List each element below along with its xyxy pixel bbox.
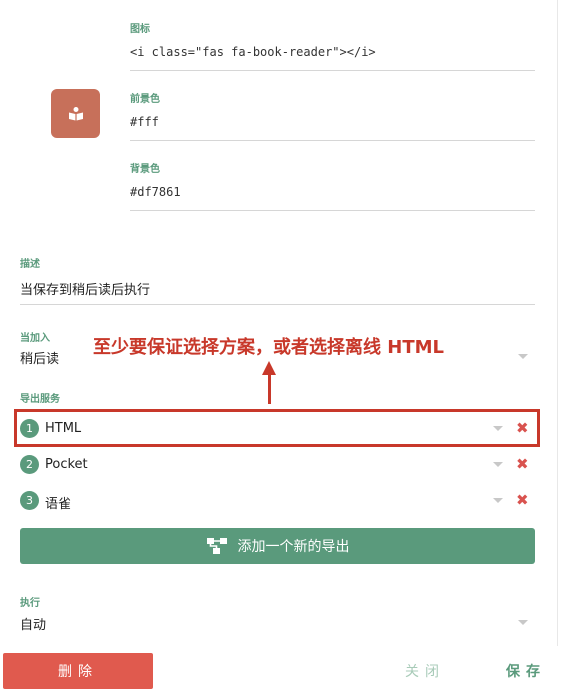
icon-field-underline [130,70,535,71]
icon-field-label: 图标 [130,24,150,35]
execute-select[interactable]: 自动 [20,614,46,633]
trigger-select[interactable]: 稍后读 [20,348,59,367]
caret-down-icon[interactable] [518,354,528,359]
annotation-highlight-box [14,409,540,447]
annotation-text: 至少要保证选择方案，或者选择离线 HTML [93,337,444,358]
export-service-number: 3 [20,491,39,510]
close-button[interactable]: 关闭 [405,661,445,681]
execute-field-label: 执行 [20,598,40,609]
annotation-arrow-head [262,361,276,375]
foreground-field-underline [130,140,535,141]
background-field-underline [130,210,535,211]
close-icon[interactable]: ✖ [516,493,529,508]
foreground-field-label: 前景色 [130,94,160,105]
save-button[interactable]: 保存 [506,661,546,681]
export-service-select[interactable]: 语雀 [45,493,71,512]
book-reader-icon [68,106,83,120]
description-field-underline [20,304,535,305]
caret-down-icon[interactable] [518,620,528,625]
foreground-field-input[interactable]: #fff [130,115,159,129]
export-service-number: 2 [20,455,39,474]
export-services-label: 导出服务 [20,394,60,405]
delete-button[interactable]: 删除 [3,653,153,689]
sitemap-icon [206,538,227,554]
description-field-label: 描述 [20,259,40,270]
add-export-button[interactable]: 添加一个新的导出 [20,528,535,564]
close-icon[interactable]: ✖ [516,457,529,472]
export-service-select[interactable]: Pocket [45,457,88,472]
trigger-field-label: 当加入 [20,333,50,344]
add-export-label: 添加一个新的导出 [237,539,350,555]
annotation-arrow-shaft [268,374,271,404]
background-field-input[interactable]: #df7861 [130,185,181,199]
panel-divider [557,0,558,693]
icon-field-input[interactable]: <i class="fas fa-book-reader"></i> [130,45,376,59]
icon-preview [51,89,100,138]
caret-down-icon[interactable] [493,462,503,467]
background-field-label: 背景色 [130,164,160,175]
description-field-input[interactable]: 当保存到稍后读后执行 [20,279,150,298]
caret-down-icon[interactable] [493,498,503,503]
